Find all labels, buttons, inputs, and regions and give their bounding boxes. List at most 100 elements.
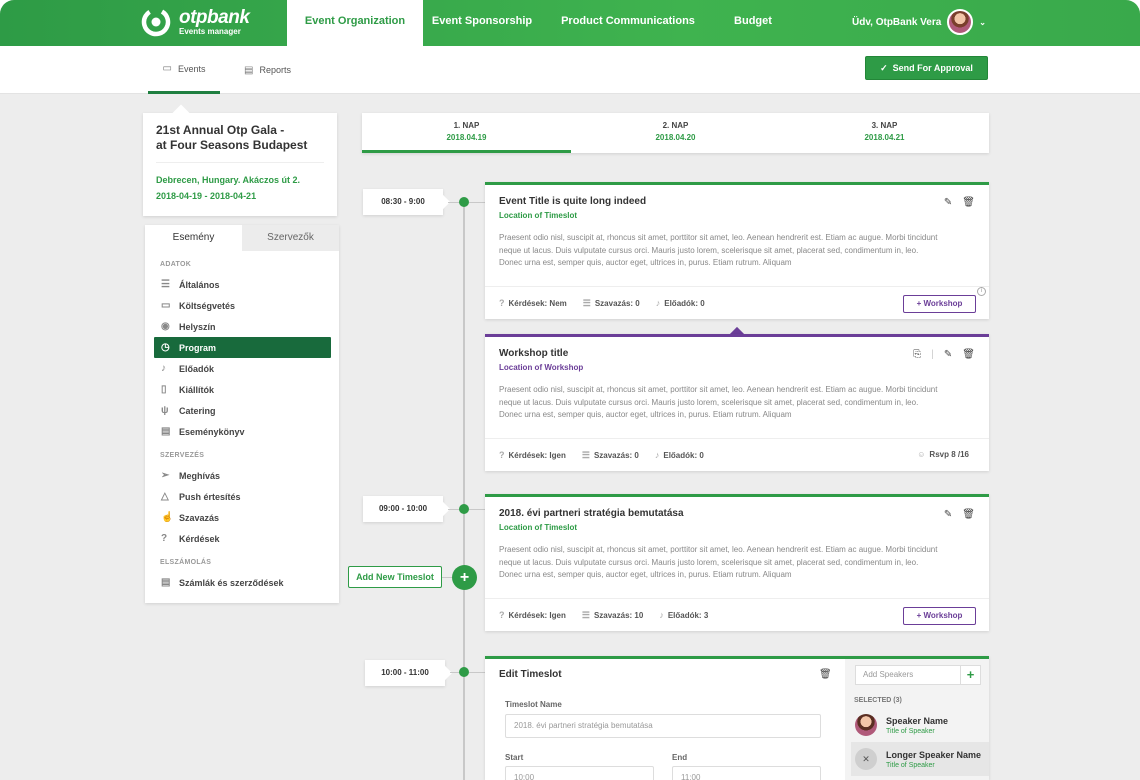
day-date: 2018.04.21 — [864, 133, 905, 142]
send-for-approval-button[interactable]: ✓ Send For Approval — [865, 56, 988, 80]
subtab-reports-label: Reports — [259, 65, 291, 75]
brand-subtitle: Events manager — [179, 27, 241, 36]
speaker-list-item[interactable]: ✕ Longer Speaker Name Title of Speaker — [851, 742, 989, 776]
document-edit-icon[interactable]: ⎘ — [913, 349, 921, 360]
group-icon: ☺ — [917, 450, 926, 459]
edit-icon[interactable]: ✎ — [944, 509, 952, 520]
divider — [156, 162, 324, 163]
sidebar-item-catering[interactable]: ψ Catering — [154, 400, 331, 421]
card-footer: ? Kérdések: Igen ☰ Szavazás: 10 ♪ Előadók: … — [485, 598, 989, 631]
questions-value: Kérdések: Nem — [508, 298, 567, 308]
question-icon: ? — [499, 610, 505, 620]
add-workshop-button[interactable]: + Workshop — [903, 295, 976, 313]
timeslot-time-3[interactable]: 10:00 - 11:00 — [365, 660, 445, 686]
tab-esemeny[interactable]: Esemény — [145, 225, 242, 251]
card-description: Praesent odio nisl, suscipit at, rhoncus… — [499, 233, 938, 267]
brand-logo[interactable]: otpbank Events manager — [141, 7, 250, 37]
speaker-list-item[interactable]: Speaker Name Title of Speaker — [851, 708, 989, 742]
speakers-value: Előadók: 0 — [664, 298, 705, 308]
trash-icon[interactable]: 🗑 — [962, 197, 975, 208]
sidebar-item-label: Általános — [179, 279, 220, 290]
timeslot-name-label: Timeslot Name — [505, 700, 562, 709]
subtab-events[interactable]: ▭ Events — [148, 46, 220, 94]
sidebar-item-label: Eseménykönyv — [179, 426, 245, 437]
add-speakers-input[interactable]: Add Speakers + — [855, 665, 981, 685]
sidebar-item-szavazas[interactable]: ☝ Szavazás — [154, 507, 331, 528]
start-time-input[interactable]: 10:00 — [505, 766, 654, 780]
card-location: Location of Workshop — [499, 363, 584, 372]
list-icon: ☰ — [582, 297, 591, 308]
trash-icon[interactable]: 🗑 — [819, 669, 832, 680]
sidebar-item-szamlak[interactable]: ▤ Számlák és szerződések — [154, 572, 331, 593]
day-tab-1[interactable]: 1. NAP 2018.04.19 — [362, 113, 571, 153]
sidebar-item-helyszin[interactable]: ◉ Helyszín — [154, 316, 331, 337]
day-label: 1. NAP — [453, 121, 480, 130]
timeline-connector — [442, 577, 452, 578]
user-menu[interactable]: Üdv, OtpBank Vera ⌄ — [852, 8, 986, 36]
timeline-line — [463, 200, 465, 780]
thumbs-up-icon: ☝ — [161, 512, 174, 523]
day-tab-3[interactable]: 3. NAP 2018.04.21 — [780, 113, 989, 153]
list-icon: ☰ — [581, 449, 590, 460]
info-icon[interactable]: i — [977, 287, 986, 296]
sidebar-item-kerdesek[interactable]: ? Kérdések — [154, 528, 331, 549]
card-location: Location of Timeslot — [499, 523, 578, 532]
votes-value: Szavazás: 0 — [594, 298, 640, 308]
sub-navigation: ▭ Events ▤ Reports ✓ Send For Approval — [0, 46, 1140, 94]
sidebar-item-eloadok[interactable]: ♪ Előadók — [154, 358, 331, 379]
microphone-icon: ♪ — [654, 450, 660, 460]
event-title-line2: at Four Seasons Budapest — [156, 138, 308, 152]
sidebar-item-altalanos[interactable]: ☰ Általános — [154, 274, 331, 295]
speakers-stat: ♪ Előadók: 3 — [659, 610, 708, 620]
trash-icon[interactable]: 🗑 — [962, 349, 975, 360]
sidebar-item-esemenykonyv[interactable]: ▤ Eseménykönyv — [154, 421, 331, 442]
nav-tab-budget[interactable]: Budget — [718, 0, 788, 46]
edit-timeslot-title: Edit Timeslot — [499, 669, 562, 680]
nav-tab-product-communications[interactable]: Product Communications — [552, 0, 704, 46]
edit-icon[interactable]: ✎ — [944, 349, 952, 360]
card-description: Praesent odio nisl, suscipit at, rhoncus… — [499, 545, 938, 579]
end-time-input[interactable]: 11:00 — [672, 766, 821, 780]
speakers-panel: Add Speakers + SELECTED (3) Speaker Name… — [845, 659, 989, 780]
timeslot-name-input[interactable]: 2018. évi partneri stratégia bemutatása — [505, 714, 821, 738]
questions-value: Kérdések: Igen — [508, 610, 566, 620]
timeslot-time-2[interactable]: 09:00 - 10:00 — [363, 496, 443, 522]
sidebar-item-label: Helyszín — [179, 321, 216, 332]
sidebar-item-label: Kiállítók — [179, 384, 215, 395]
question-icon: ? — [499, 298, 505, 308]
sidebar-item-meghivas[interactable]: ➢ Meghívás — [154, 465, 331, 486]
nav-tab-event-organization[interactable]: Event Organization — [287, 0, 423, 46]
subtab-reports[interactable]: ▤ Reports — [244, 46, 304, 94]
sidebar-item-push-ertesites[interactable]: △ Push értesítés — [154, 486, 331, 507]
sidebar-item-label: Költségvetés — [179, 300, 236, 311]
plus-icon[interactable]: + — [960, 666, 980, 684]
section-title-szervezes: SZERVEZÉS — [160, 452, 205, 459]
sidebar-item-label: Előadók — [179, 363, 215, 374]
question-icon: ? — [499, 450, 505, 460]
chevron-down-icon: ⌄ — [979, 17, 986, 27]
sidebar-item-kiallitok[interactable]: ▯ Kiállítók — [154, 379, 331, 400]
sidebar-item-koltsegvetes[interactable]: ▭ Költségvetés — [154, 295, 331, 316]
votes-stat: ☰ Szavazás: 10 — [582, 610, 643, 621]
tab-szervezok[interactable]: Szervezők — [242, 225, 339, 251]
top-navigation: otpbank Events manager Event Organizatio… — [0, 0, 1140, 46]
remove-icon[interactable]: ✕ — [855, 748, 877, 770]
add-new-timeslot-button[interactable]: Add New Timeslot — [348, 566, 442, 588]
workshop-card[interactable]: Workshop title Location of Workshop ⎘ | … — [485, 334, 989, 471]
brand-name: otpbank — [179, 7, 250, 28]
trash-icon[interactable]: 🗑 — [962, 509, 975, 520]
day-tab-2[interactable]: 2. NAP 2018.04.20 — [571, 113, 780, 153]
document-icon: ▤ — [244, 64, 254, 76]
sidebar-item-program[interactable]: ◷ Program — [154, 337, 331, 358]
timeslot-card[interactable]: Event Title is quite long indeed Locatio… — [485, 182, 989, 319]
votes-stat: ☰ Szavazás: 0 — [582, 450, 639, 461]
edit-icon[interactable]: ✎ — [944, 197, 952, 208]
add-workshop-button[interactable]: + Workshop — [903, 607, 976, 625]
questions-value: Kérdések: Igen — [508, 450, 566, 460]
timeslot-time-1[interactable]: 08:30 - 9:00 — [363, 189, 443, 215]
timeslot-card[interactable]: 2018. évi partneri stratégia bemutatása … — [485, 494, 989, 631]
event-location: Debrecen, Hungary. Akáczos út 2. — [156, 175, 301, 185]
nav-tab-event-sponsorship[interactable]: Event Sponsorship — [423, 0, 541, 46]
add-timeslot-plus-icon[interactable]: + — [452, 565, 477, 590]
sidebar-item-label: Számlák és szerződések — [179, 577, 284, 588]
